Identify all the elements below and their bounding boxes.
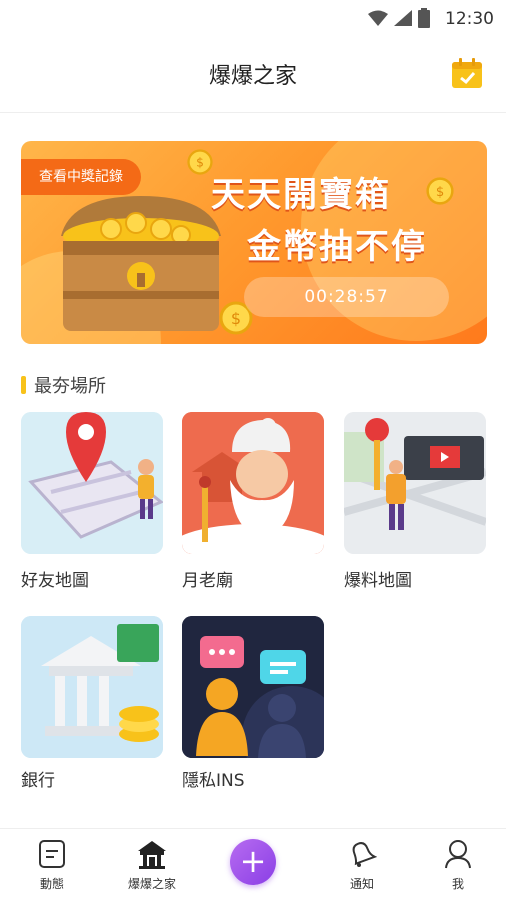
coin-icon: $ [187, 149, 213, 175]
wifi-icon [368, 10, 388, 26]
matchmaker-temple-label: 月老廟 [182, 571, 233, 591]
private-ins-card[interactable] [182, 616, 324, 758]
friend-map-card[interactable] [21, 412, 163, 554]
svg-text:$: $ [436, 185, 444, 200]
calendar-checkin-icon[interactable] [450, 56, 484, 90]
nav-label-feed: 動態 [39, 877, 64, 891]
svg-text:$: $ [196, 156, 204, 170]
app-header: 爆爆之家 [0, 38, 506, 113]
treasure-chest-banner[interactable]: $ $ $ 查看中獎記錄 天天開寶箱 金幣抽不停 00:28:57 [21, 141, 487, 344]
matchmaker-temple-card[interactable] [182, 412, 324, 554]
friend-map-image [21, 412, 163, 554]
page-title: 爆爆之家 [208, 64, 297, 89]
bank-card[interactable] [21, 616, 163, 758]
private-ins-image [182, 616, 324, 758]
tipoff-map-image [344, 412, 486, 554]
nav-label-me: 我 [451, 877, 464, 891]
add-post-button[interactable]: + [230, 839, 276, 885]
matchmaker-temple-image [182, 412, 324, 554]
bank-image [21, 616, 163, 758]
status-time: 12:30 [445, 9, 494, 29]
banner-headline: 天天開寶箱 [211, 175, 391, 215]
svg-text:$: $ [231, 309, 241, 328]
bottom-nav: 動態 爆爆之家 + 通知 我 [0, 828, 506, 901]
view-winning-records-button[interactable]: 查看中獎記錄 [21, 159, 141, 195]
section-header: 最夯場所 [21, 372, 106, 398]
section-accent-bar [21, 376, 26, 394]
battery-icon [418, 8, 430, 28]
status-bar: 12:30 [0, 0, 506, 38]
banner-subheadline: 金幣抽不停 [247, 227, 427, 267]
signal-icon [394, 10, 412, 26]
profile-icon [445, 840, 471, 869]
section-title: 最夯場所 [34, 376, 106, 397]
private-ins-label: 隱私INS [182, 771, 245, 791]
bank-label: 銀行 [21, 771, 55, 791]
countdown-timer: 00:28:57 [244, 277, 449, 317]
bell-icon [352, 842, 378, 867]
temple-home-icon [138, 841, 166, 869]
tipoff-map-card[interactable] [344, 412, 486, 554]
tipoff-map-label: 爆料地圖 [344, 571, 412, 591]
nav-item-me[interactable]: 我 [413, 839, 503, 892]
nav-label-notifications: 通知 [349, 877, 374, 891]
coin-icon: $ [426, 177, 454, 205]
treasure-chest-image [61, 196, 221, 331]
nav-item-notifications[interactable]: 通知 [317, 839, 407, 892]
feed-icon [39, 840, 65, 868]
nav-label-home: 爆爆之家 [127, 877, 176, 891]
nav-item-home[interactable]: 爆爆之家 [107, 839, 197, 892]
friend-map-label: 好友地圖 [21, 571, 89, 591]
nav-item-feed[interactable]: 動態 [7, 839, 97, 892]
